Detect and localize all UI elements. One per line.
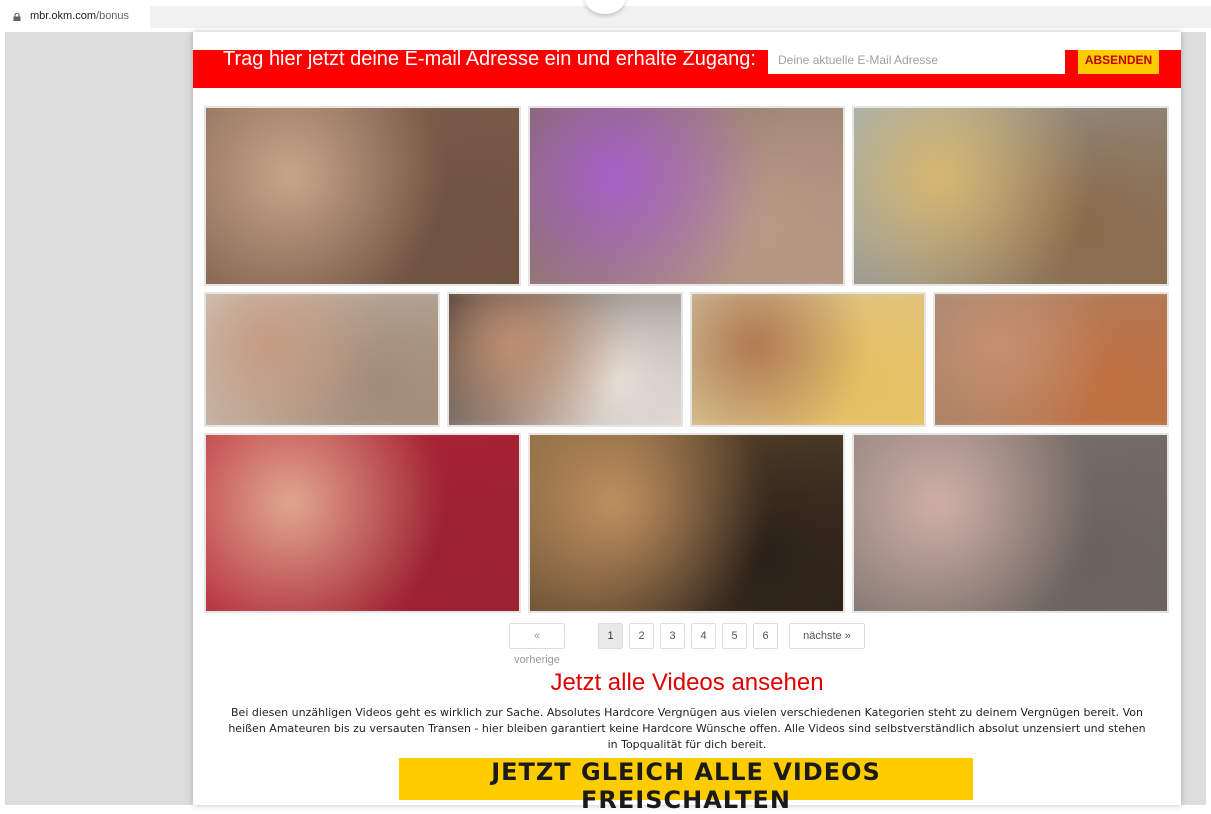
video-thumbnail[interactable] — [852, 433, 1169, 613]
blurred-preview-image — [854, 108, 1167, 284]
pagination-prev[interactable]: « vorherige — [509, 623, 565, 666]
video-thumbnail[interactable] — [852, 106, 1169, 286]
tab-strip-background — [150, 6, 1211, 28]
blurred-preview-image — [206, 108, 519, 284]
pagination-page[interactable]: 2 — [629, 623, 654, 649]
email-signup-bar: Trag hier jetzt deine E-mail Adresse ein… — [193, 50, 1181, 88]
blurred-preview-image — [530, 435, 843, 611]
pagination-page[interactable]: 6 — [753, 623, 778, 649]
url-text[interactable]: mbr.okm.com/bonus — [30, 10, 129, 22]
email-bar-headline: Trag hier jetzt deine E-mail Adresse ein… — [223, 50, 756, 70]
pagination-page[interactable]: 5 — [722, 623, 747, 649]
blurred-preview-image — [449, 294, 681, 425]
pagination-page[interactable]: 4 — [691, 623, 716, 649]
main-content: Trag hier jetzt deine E-mail Adresse ein… — [193, 32, 1181, 814]
unlock-videos-button[interactable]: JETZT GLEICH ALLE VIDEOS FREISCHALTEN — [399, 758, 973, 814]
cta-description: Bei diesen unzähligen Videos geht es wir… — [228, 706, 1146, 751]
cta-title: Jetzt alle Videos ansehen — [550, 669, 824, 696]
pagination-next[interactable]: nächste » — [789, 623, 865, 649]
url-path: /bonus — [96, 10, 130, 22]
pagination-page[interactable]: 3 — [660, 623, 685, 649]
video-thumbnail[interactable] — [204, 433, 521, 613]
pagination-page[interactable]: 1 — [598, 623, 623, 649]
blurred-preview-image — [206, 294, 438, 425]
lock-icon — [13, 13, 21, 21]
video-thumbnail[interactable] — [933, 292, 1169, 427]
email-input[interactable] — [768, 50, 1065, 74]
blurred-preview-image — [854, 435, 1167, 611]
video-thumbnail[interactable] — [528, 433, 845, 613]
blurred-preview-image — [206, 435, 519, 611]
blurred-preview-image — [530, 108, 843, 284]
blurred-preview-image — [935, 294, 1167, 425]
video-thumbnail[interactable] — [690, 292, 926, 427]
submit-button[interactable]: ABSENDEN — [1078, 50, 1159, 74]
blurred-preview-image — [692, 294, 924, 425]
video-thumbnail[interactable] — [204, 106, 521, 286]
video-thumbnail[interactable] — [528, 106, 845, 286]
url-host: mbr.okm.com — [30, 10, 97, 22]
video-thumbnail[interactable] — [204, 292, 440, 427]
video-thumbnail[interactable] — [447, 292, 683, 427]
browser-address-bar: mbr.okm.com/bonus — [0, 0, 1211, 32]
